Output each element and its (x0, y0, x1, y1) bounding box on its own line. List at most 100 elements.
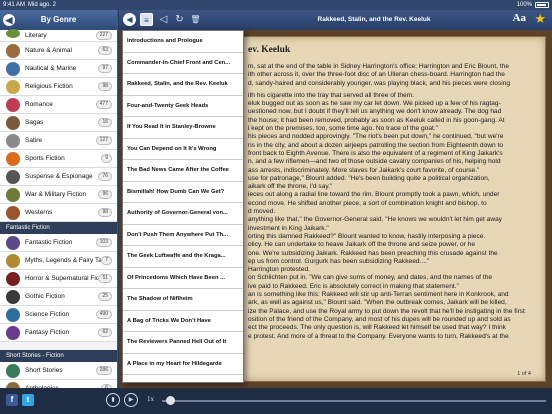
genre-icon (6, 133, 20, 148)
back-icon[interactable]: ◀ (123, 13, 136, 26)
genre-item-romance[interactable]: Romance 477 (0, 96, 117, 114)
progress-track[interactable] (162, 400, 546, 402)
story-line: n, and a few riflemen—and two of those o… (248, 158, 501, 166)
story-line: l kept on the premises, too, some time a… (248, 125, 438, 133)
twitter-icon[interactable]: t (22, 394, 34, 406)
genre-label: Short Stories (25, 367, 63, 374)
chapter-item[interactable]: Introductions and Prologue (123, 31, 243, 53)
speed-label[interactable]: 1x (147, 395, 154, 403)
chapter-item[interactable]: Bismillah! How Dumb Can We Get? (123, 182, 243, 203)
genre-icon (6, 325, 20, 340)
story-line: m, sat at the end of the table in Sidney… (248, 63, 510, 70)
chapter-item[interactable]: The Reviewers Panned Hell Out of It (123, 332, 243, 354)
genre-count-badge: 9 (101, 154, 112, 163)
bottom-bar: f t ▮ ▶ 1x (0, 388, 552, 414)
genre-count-badge: 7 (101, 256, 112, 265)
genre-count-badge: 51 (98, 274, 112, 283)
story-line: Harrington protested. (248, 266, 310, 274)
audio-icon[interactable]: ▮ (106, 393, 120, 407)
genre-label: Science Fiction (25, 311, 70, 318)
play-icon[interactable]: ▶ (124, 393, 138, 407)
story-line: osition of the friend of the Company, an… (248, 315, 511, 323)
battery-percent: 100% (516, 2, 532, 8)
genre-count-badge: 16 (98, 118, 112, 127)
genre-icon (6, 271, 20, 286)
facebook-icon[interactable]: f (6, 394, 18, 406)
genre-icon (6, 61, 20, 76)
genre-icon (6, 97, 20, 112)
genre-item-war-military-fiction[interactable]: War & Military Fiction 96 (0, 186, 117, 204)
genre-icon (6, 363, 20, 378)
chapter-item[interactable]: You Can Depend on It It's Wrong (123, 139, 243, 160)
story-line: his pieces and nodded approvingly. "The … (248, 133, 504, 141)
story-line: front back to Eighth Avenue. There is al… (248, 149, 503, 157)
share-icon[interactable]: ↻ (173, 13, 186, 26)
story-line: one. We're subsidizing Jaikark. Rakkeed … (248, 249, 498, 257)
genre-item-myths-legends-fairy-tales[interactable]: Myths, Legends & Fairy Tales7 (0, 252, 117, 270)
trash-icon[interactable]: 🗑 (189, 13, 202, 26)
chapter-item[interactable]: Authority of Governor-General von... (123, 203, 243, 225)
genre-count-badge: 97 (98, 64, 112, 73)
genre-count-badge: 98 (98, 208, 112, 217)
genre-label: Horror & Supernatural Fiction (25, 275, 99, 282)
sidebar-title: By Genre (40, 15, 77, 24)
chapter-list-popup: Introductions and Prologue Commander-in-C… (122, 30, 244, 383)
genre-icon (6, 205, 20, 220)
genre-item-science-fiction[interactable]: Science Fiction 490 (0, 306, 117, 324)
chapter-list-icon[interactable]: ≡ (140, 13, 153, 26)
genre-item-fantasy-fiction[interactable]: Fantasy Fiction 62 (0, 324, 117, 342)
favorite-star-icon[interactable]: ★ (534, 11, 546, 27)
genre-item-religious-fiction[interactable]: Religious Fiction 98 (0, 78, 117, 96)
genre-item-suspense-espionage[interactable]: Suspense & Espionage 76 (0, 168, 117, 186)
genre-count-badge: 62 (98, 328, 112, 337)
chapter-item[interactable]: The Geek Luftwaffe and the Kraga... (123, 246, 243, 268)
progress-thumb[interactable] (165, 396, 175, 405)
chapter-item[interactable]: Four-and-Twenty Geek Heads (123, 96, 243, 117)
chapter-item[interactable]: Don't Push Them Anywhere Put Th... (123, 225, 243, 246)
genre-item-nature-animal[interactable]: Nature & Animal 63 (0, 42, 117, 60)
story-line: ieces out along a radial line toward the… (248, 191, 500, 199)
genre-item-short-stories[interactable]: Short Stories 286 (0, 362, 117, 380)
genre-item-westerns[interactable]: Westerns 98 (0, 204, 117, 222)
story-line: ith other across it, over the three-foot… (248, 71, 505, 79)
chapter-item[interactable]: Rakkeed, Stalin, and the Rev. Keeluk (123, 74, 243, 96)
chapter-item[interactable]: Commander-in-Chief Front and Cen... (123, 53, 243, 74)
book-title: Rakkeed, Stalin, and the Rev. Keeluk (317, 16, 431, 23)
previous-icon[interactable]: ◁ (157, 13, 170, 26)
genre-item-sagas[interactable]: Sagas 16 (0, 114, 117, 132)
story-line: investment in King Jaikark." (248, 224, 329, 232)
chapter-item[interactable]: Of Princedoms Which Have Been ... (123, 268, 243, 289)
chapter-item[interactable]: The Shadow of Niflheim (123, 289, 243, 311)
genre-item-fantastic-fiction[interactable]: Fantastic Fiction 103 (0, 234, 117, 252)
genre-count-badge: 103 (95, 238, 112, 247)
genre-item-satire[interactable]: Satire 127 (0, 132, 117, 150)
chapter-item[interactable]: If You Read It in Stanley-Browne (123, 117, 243, 139)
genre-item-sports-fiction[interactable]: Sports Fiction 9 (0, 150, 117, 168)
genre-item-anthologies[interactable]: Anthologies6 (0, 380, 117, 388)
genre-item-horror-supernatural-fiction[interactable]: Horror & Supernatural Fiction51 (0, 270, 117, 288)
genre-label: Gothic Fiction (25, 293, 65, 300)
genre-label: Suspense & Espionage (25, 173, 93, 180)
genre-label: Westerns (25, 209, 53, 216)
genre-item-nautical-marine[interactable]: Nautical & Marine 97 (0, 60, 117, 78)
genre-icon (6, 115, 20, 130)
chapter-item[interactable]: A Place in my Heart for Hildegarde (123, 354, 243, 375)
story-line: ep us from control. Gurgurk has been sub… (248, 257, 430, 265)
genre-label: Nautical & Marine (25, 65, 77, 72)
chapter-item[interactable]: The Bad News Came After the Coffee (123, 160, 243, 182)
genre-icon (6, 187, 20, 202)
genre-label: Sagas (25, 119, 44, 126)
font-size-button[interactable]: Aa (513, 12, 526, 24)
genre-item-gothic-fiction[interactable]: Gothic Fiction 25 (0, 288, 117, 306)
genre-count-badge: 98 (98, 82, 112, 91)
chapter-item[interactable]: A Bag of Tricks We Don't Have (123, 311, 243, 332)
genre-item-literary[interactable]: Literary 227 (0, 29, 117, 42)
story-line: d, sandy-haired and considerably younger… (248, 79, 511, 87)
sidebar-header: ◀ By Genre (0, 10, 117, 30)
story-line: ect the proceeds. The only question is, … (248, 324, 506, 332)
story-line: eluk bugged out as soon as he saw my car… (248, 100, 501, 108)
back-icon[interactable]: ◀ (3, 14, 15, 26)
section-header-fantastic: Fantastic Fiction (0, 222, 117, 234)
battery-icon (535, 2, 549, 8)
genre-icon (6, 289, 20, 304)
